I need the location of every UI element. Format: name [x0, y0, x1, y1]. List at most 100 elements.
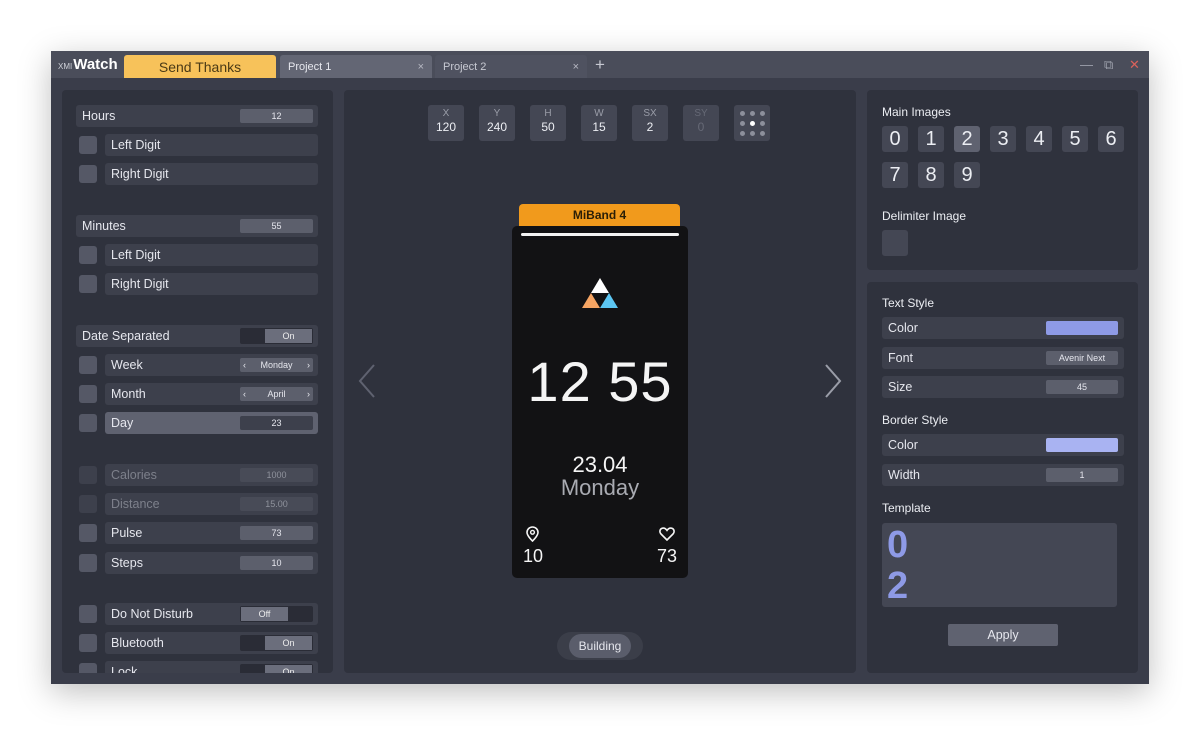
hours-value[interactable]: 12 [240, 109, 313, 123]
pulse-checkbox[interactable] [79, 524, 97, 542]
font-row[interactable]: Font Avenir Next [882, 347, 1124, 369]
coord-sy[interactable]: SY 0 [683, 105, 719, 141]
main-images-title: Main Images [882, 105, 951, 119]
steps-value[interactable]: 10 [240, 556, 313, 570]
hours-right-digit-row[interactable]: Right Digit [105, 163, 318, 185]
text-color-swatch[interactable] [1046, 321, 1118, 335]
coord-sx[interactable]: SX 2 [632, 105, 668, 141]
bluetooth-toggle[interactable]: On [240, 635, 313, 651]
tab-project-2[interactable]: Project 2 × [435, 55, 587, 78]
digit-image-0[interactable]: 0 [882, 126, 908, 152]
text-color-row[interactable]: Color [882, 317, 1124, 339]
width-value[interactable]: 1 [1046, 468, 1118, 482]
month-label: Month [111, 387, 146, 401]
calories-row[interactable]: Calories 1000 [105, 464, 318, 486]
hours-left-digit-checkbox[interactable] [79, 136, 97, 154]
toggle-state: On [265, 329, 312, 343]
template-preview: 0 2 [882, 523, 1117, 607]
delimiter-image-title: Delimiter Image [882, 209, 967, 223]
digit-image-8[interactable]: 8 [918, 162, 944, 188]
date-separated-row[interactable]: Date Separated On [76, 325, 318, 347]
tab-close-icon[interactable]: × [573, 61, 579, 73]
chevron-right-icon[interactable]: › [307, 358, 310, 372]
send-thanks-button[interactable]: Send Thanks [124, 55, 276, 78]
day-value[interactable]: 23 [240, 416, 313, 430]
week-checkbox[interactable] [79, 356, 97, 374]
pulse-value[interactable]: 73 [240, 526, 313, 540]
minutes-right-digit-checkbox[interactable] [79, 275, 97, 293]
day-row[interactable]: Day 23 [105, 412, 318, 434]
restore-icon[interactable]: ⧉ [1104, 57, 1113, 73]
watch-preview[interactable]: 12 55 23.04 Monday 10 73 [512, 226, 688, 578]
month-row[interactable]: Month ‹ April › [105, 383, 318, 405]
hours-left-digit-row[interactable]: Left Digit [105, 134, 318, 156]
minimize-icon[interactable]: — [1080, 57, 1093, 72]
coord-y[interactable]: Y 240 [479, 105, 515, 141]
tab-project-1[interactable]: Project 1 × [280, 55, 432, 78]
close-icon[interactable]: ✕ [1129, 57, 1140, 73]
border-color-row[interactable]: Color [882, 434, 1124, 456]
delimiter-image-slot[interactable] [882, 230, 908, 256]
building-button[interactable]: Building [569, 634, 631, 658]
digit-image-1[interactable]: 1 [918, 126, 944, 152]
week-row[interactable]: Week ‹ Monday › [105, 354, 318, 376]
dnd-row[interactable]: Do Not Disturb Off [105, 603, 318, 625]
lock-row[interactable]: Lock On [105, 661, 318, 673]
date-separated-toggle[interactable]: On [240, 328, 313, 344]
chevron-right-icon[interactable]: › [307, 387, 310, 401]
steps-row[interactable]: Steps 10 [105, 552, 318, 574]
font-value[interactable]: Avenir Next [1046, 351, 1118, 365]
apply-button[interactable]: Apply [948, 624, 1058, 646]
coord-x[interactable]: X 120 [428, 105, 464, 141]
digit-image-6[interactable]: 6 [1098, 126, 1124, 152]
week-selector[interactable]: ‹ Monday › [240, 358, 313, 372]
day-checkbox[interactable] [79, 414, 97, 432]
coord-h[interactable]: H 50 [530, 105, 566, 141]
chevron-left-icon[interactable] [358, 364, 376, 398]
month-checkbox[interactable] [79, 385, 97, 403]
month-selector[interactable]: ‹ April › [240, 387, 313, 401]
minutes-value[interactable]: 55 [240, 219, 313, 233]
new-tab-button[interactable]: + [595, 55, 605, 75]
hours-right-digit-checkbox[interactable] [79, 165, 97, 183]
calories-checkbox[interactable] [79, 466, 97, 484]
chevron-left-icon[interactable]: ‹ [243, 358, 246, 372]
week-value: Monday [260, 360, 293, 370]
distance-row[interactable]: Distance 15.00 [105, 493, 318, 515]
size-value[interactable]: 45 [1046, 380, 1118, 394]
chevron-right-icon[interactable] [824, 364, 842, 398]
calories-value[interactable]: 1000 [240, 468, 313, 482]
width-row[interactable]: Width 1 [882, 464, 1124, 486]
hours-label: Hours [82, 109, 116, 123]
border-color-swatch[interactable] [1046, 438, 1118, 452]
hours-row[interactable]: Hours 12 [76, 105, 318, 127]
digit-image-3[interactable]: 3 [990, 126, 1016, 152]
distance-value[interactable]: 15.00 [240, 497, 313, 511]
dnd-checkbox[interactable] [79, 605, 97, 623]
lock-label: Lock [111, 665, 138, 673]
dnd-toggle[interactable]: Off [240, 606, 313, 622]
minutes-left-digit-checkbox[interactable] [79, 246, 97, 264]
tab-close-icon[interactable]: × [418, 61, 424, 73]
digit-image-2[interactable]: 2 [954, 126, 980, 152]
steps-checkbox[interactable] [79, 554, 97, 572]
digit-image-9[interactable]: 9 [954, 162, 980, 188]
chevron-left-icon[interactable]: ‹ [243, 387, 246, 401]
digit-image-4[interactable]: 4 [1026, 126, 1052, 152]
coord-w[interactable]: W 15 [581, 105, 617, 141]
minutes-left-digit-row[interactable]: Left Digit [105, 244, 318, 266]
pulse-label: Pulse [111, 526, 143, 540]
pulse-row[interactable]: Pulse 73 [105, 522, 318, 544]
lock-toggle[interactable]: On [240, 664, 313, 673]
minutes-row[interactable]: Minutes 55 [76, 215, 318, 237]
distance-checkbox[interactable] [79, 495, 97, 513]
digit-image-7[interactable]: 7 [882, 162, 908, 188]
bluetooth-row[interactable]: Bluetooth On [105, 632, 318, 654]
minutes-right-digit-row[interactable]: Right Digit [105, 273, 318, 295]
week-label: Week [111, 358, 143, 372]
grid-dots-icon[interactable] [734, 105, 770, 141]
digit-image-5[interactable]: 5 [1062, 126, 1088, 152]
size-row[interactable]: Size 45 [882, 376, 1124, 398]
lock-checkbox[interactable] [79, 663, 97, 673]
bluetooth-checkbox[interactable] [79, 634, 97, 652]
